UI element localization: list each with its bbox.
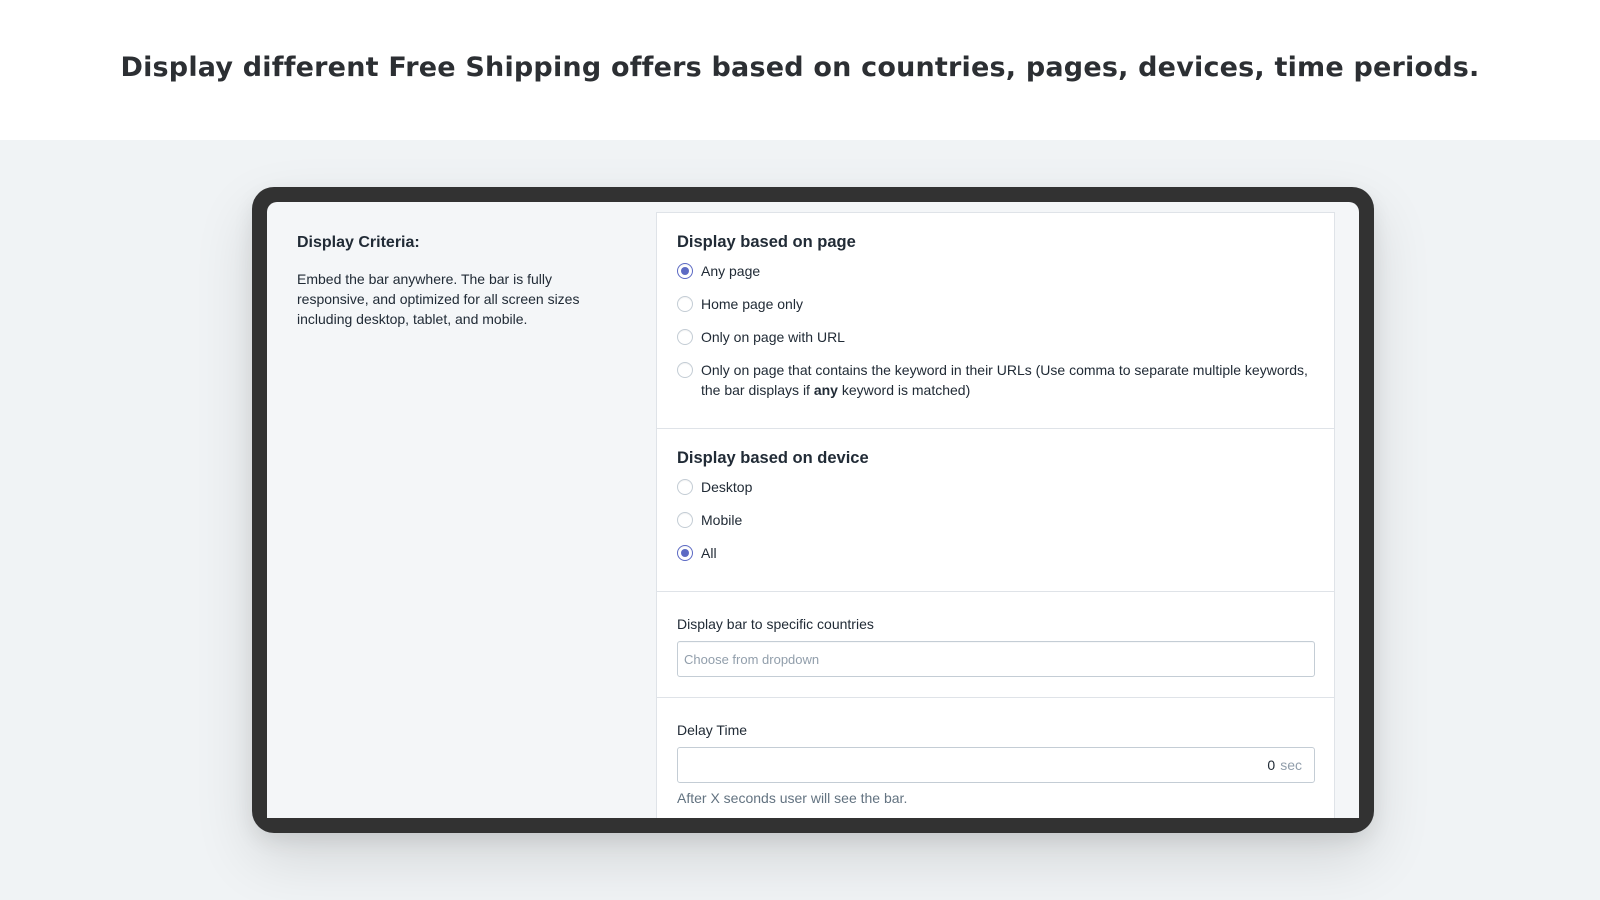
radio-button[interactable] — [677, 545, 693, 561]
top-banner: Display different Free Shipping offers b… — [0, 0, 1600, 140]
radio-option-any-page[interactable]: Any page — [677, 261, 1314, 281]
radio-option-page-with-url[interactable]: Only on page with URL — [677, 327, 1314, 347]
radio-label: All — [701, 545, 717, 561]
radio-label: Mobile — [701, 512, 743, 528]
radio-label: Home page only — [701, 296, 803, 312]
radio-label-bold: any — [813, 382, 838, 398]
display-criteria-description: Embed the bar anywhere. The bar is fully… — [297, 271, 580, 327]
delay-help-text: After X seconds user will see the bar. — [677, 790, 908, 806]
tablet-frame: Display Criteria: Embed the bar anywhere… — [252, 187, 1374, 833]
delay-suffix: sec — [1280, 757, 1302, 773]
radio-label: Any page — [701, 263, 761, 279]
radio-button[interactable] — [677, 263, 693, 279]
settings-card: Display based on page Any page Home page… — [656, 212, 1335, 818]
countries-dropdown-input[interactable] — [677, 641, 1315, 677]
headline: Display different Free Shipping offers b… — [120, 51, 1480, 83]
display-criteria-title: Display Criteria: — [297, 234, 420, 251]
left-column: Display Criteria: Embed the bar anywhere… — [297, 234, 607, 329]
radio-option-home-page[interactable]: Home page only — [677, 294, 1314, 314]
radio-option-desktop[interactable]: Desktop — [677, 477, 1314, 497]
delay-label: Delay Time — [677, 722, 748, 738]
radio-button[interactable] — [677, 362, 693, 378]
radio-option-all[interactable]: All — [677, 543, 1314, 563]
countries-label: Display bar to specific countries — [677, 616, 874, 632]
radio-button[interactable] — [677, 479, 693, 495]
radio-option-mobile[interactable]: Mobile — [677, 510, 1314, 530]
device-section: Display based on device Desktop Mobile A… — [657, 429, 1334, 592]
radio-label: Only on page that contains the keyword i… — [701, 360, 1314, 400]
delay-section: Delay Time 0 sec After X seconds user wi… — [657, 698, 1334, 818]
countries-section: Display bar to specific countries — [657, 592, 1334, 698]
radio-option-keyword-url[interactable]: Only on page that contains the keyword i… — [677, 360, 1314, 400]
delay-value: 0 — [1267, 757, 1276, 773]
delay-time-input[interactable]: 0 sec — [677, 747, 1315, 783]
radio-button[interactable] — [677, 296, 693, 312]
radio-button[interactable] — [677, 329, 693, 345]
radio-label: Desktop — [701, 479, 753, 495]
radio-label-part: Only on page that contains the keyword i… — [701, 362, 1308, 398]
device-section-title: Display based on device — [677, 449, 869, 467]
radio-label: Only on page with URL — [701, 329, 845, 345]
page-section: Display based on page Any page Home page… — [657, 213, 1334, 429]
tablet-screen: Display Criteria: Embed the bar anywhere… — [267, 202, 1359, 818]
radio-label-part: keyword is matched) — [837, 382, 971, 398]
page-section-title: Display based on page — [677, 233, 856, 251]
radio-button[interactable] — [677, 512, 693, 528]
